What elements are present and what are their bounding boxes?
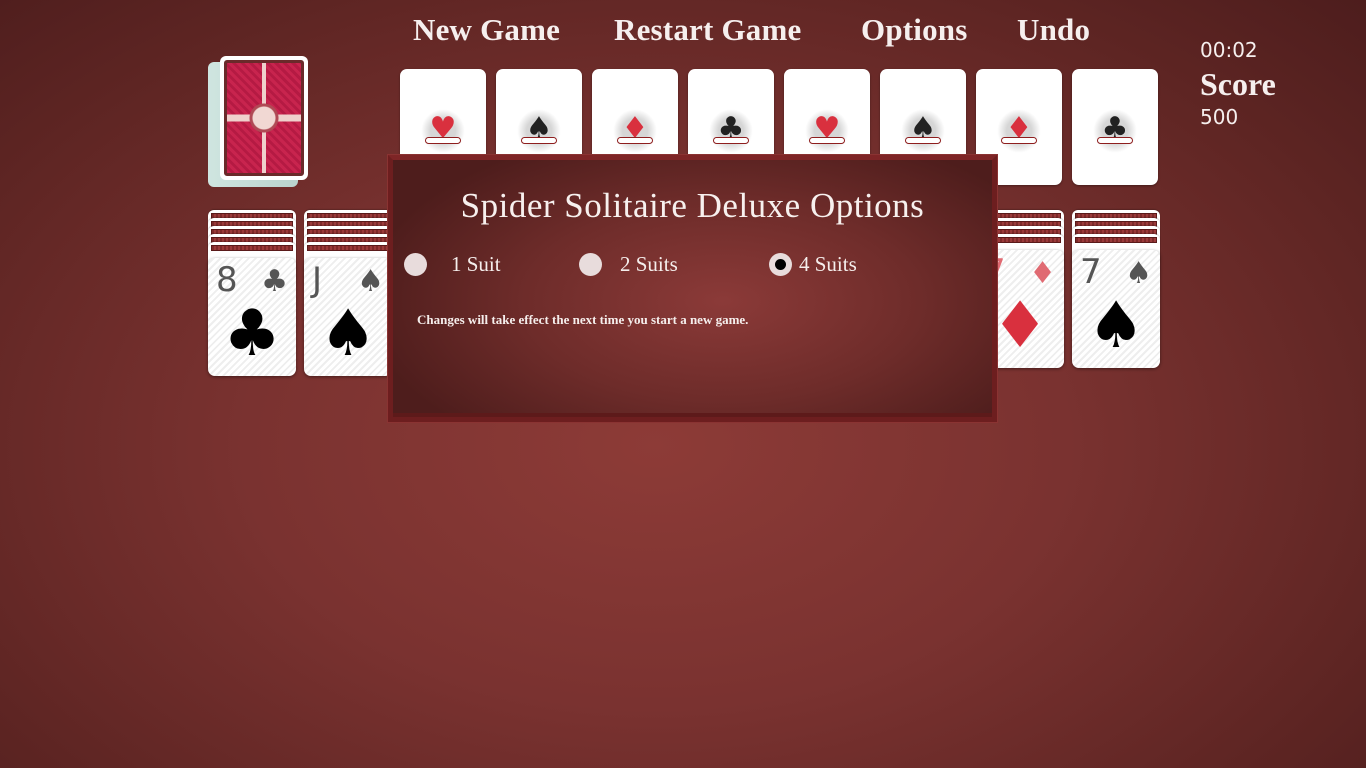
spades-emblem-icon: ♠ — [517, 109, 561, 153]
card-back-pattern — [224, 60, 304, 176]
emblem-ribbon — [521, 137, 557, 144]
options-button[interactable]: Options — [861, 12, 968, 48]
card-rank: 8 — [216, 260, 238, 300]
diamonds-emblem-icon: ♦ — [997, 109, 1041, 153]
card-suit-icon: ♣ — [261, 264, 288, 299]
hearts-emblem-icon: ♥ — [805, 109, 849, 153]
card-back — [220, 56, 308, 180]
score-label: Score — [1200, 66, 1276, 102]
diamonds-emblem-icon: ♦ — [613, 109, 657, 153]
restart-game-button[interactable]: Restart Game — [614, 12, 801, 48]
card-back-edge — [1075, 237, 1157, 243]
spades-emblem-icon: ♠ — [901, 109, 945, 153]
score-value: 500 — [1200, 105, 1239, 129]
card-rank: J — [312, 260, 323, 300]
emblem-ribbon — [905, 137, 941, 144]
radio-2-suits[interactable] — [579, 253, 602, 276]
faceup-card[interactable]: 8 ♣ ♣ — [208, 258, 296, 376]
dialog-note: Changes will take effect the next time y… — [417, 312, 749, 327]
dialog-title: Spider Solitaire Deluxe Options — [460, 186, 925, 225]
emblem-ribbon — [713, 137, 749, 144]
card-back-edge — [307, 245, 389, 251]
card-suit-icon: ♠ — [357, 264, 384, 299]
foundation-slot[interactable]: ♣ — [1072, 69, 1158, 185]
hearts-emblem-icon: ♥ — [421, 109, 465, 153]
emblem-ribbon — [617, 137, 653, 144]
card-center-suit-icon: ♣ — [223, 297, 281, 371]
faceup-card[interactable]: J ♠ ♠ — [304, 258, 392, 376]
faceup-card[interactable]: 7 ♠ ♠ — [1072, 250, 1160, 368]
stock-pile[interactable] — [208, 56, 308, 187]
card-center-suit-icon: ♠ — [319, 297, 377, 371]
undo-button[interactable]: Undo — [1017, 12, 1090, 48]
clubs-emblem-icon: ♣ — [709, 109, 753, 153]
emblem-ribbon — [425, 137, 461, 144]
radio-selected-dot — [775, 259, 786, 270]
option-2-suits[interactable]: 2 Suits — [579, 252, 678, 277]
emblem-ribbon — [1001, 137, 1037, 144]
emblem-ribbon — [809, 137, 845, 144]
options-dialog: Spider Solitaire Deluxe Options 1 Suit 2… — [388, 155, 997, 422]
card-back-edge — [211, 245, 293, 251]
timer: 00:02 — [1200, 38, 1258, 62]
radio-4-suits[interactable] — [769, 253, 792, 276]
card-center-suit-icon: ♠ — [1087, 289, 1145, 363]
emblem-ribbon — [1097, 137, 1133, 144]
clubs-emblem-icon: ♣ — [1093, 109, 1137, 153]
option-label: 1 Suit — [451, 252, 501, 276]
card-suit-icon: ♦ — [1029, 256, 1056, 291]
new-game-button[interactable]: New Game — [413, 12, 560, 48]
card-center-suit-icon: ♦ — [991, 289, 1049, 363]
option-1-suit[interactable]: 1 Suit — [404, 252, 501, 277]
card-suit-icon: ♠ — [1125, 256, 1152, 291]
radio-1-suit[interactable] — [404, 253, 427, 276]
option-label: 2 Suits — [620, 252, 678, 276]
option-label: 4 Suits — [799, 252, 857, 276]
stats-panel: 00:02 Score 500 — [1200, 38, 1276, 129]
option-4-suits[interactable]: 4 Suits — [769, 252, 857, 277]
card-rank: 7 — [1080, 252, 1102, 292]
